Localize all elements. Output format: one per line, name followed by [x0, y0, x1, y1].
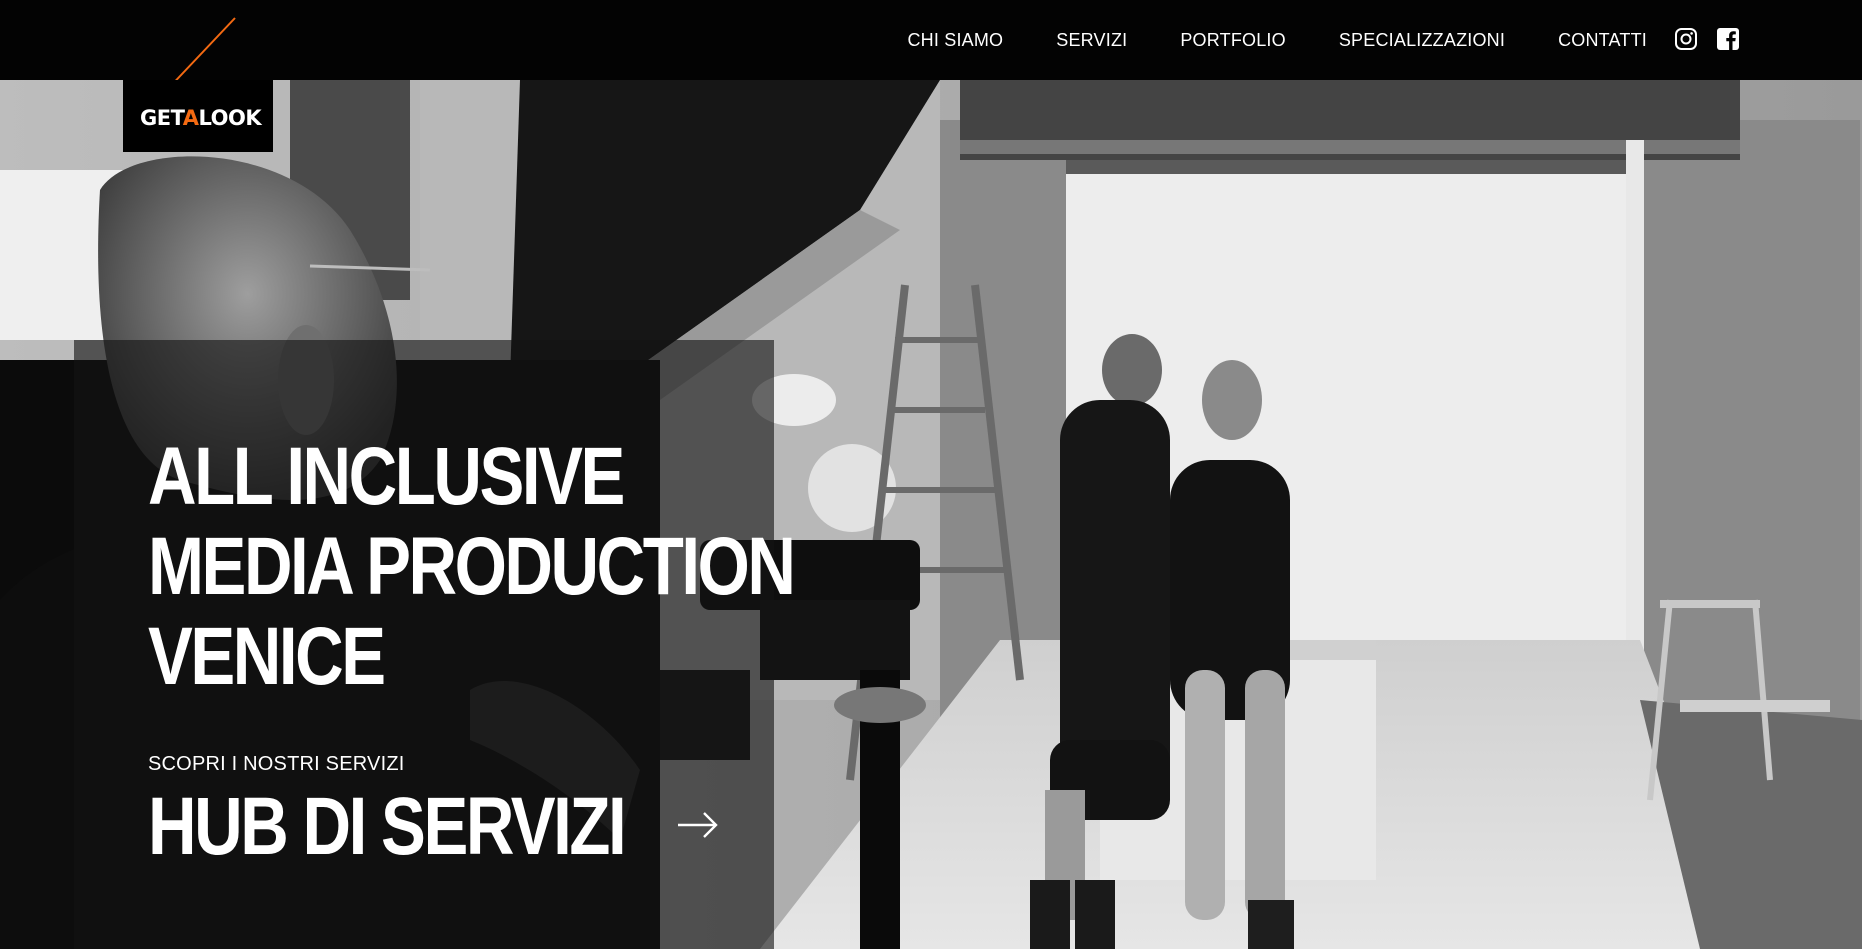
nav-item-portfolio[interactable]: PORTFOLIO: [1180, 30, 1286, 51]
logo-wordmark: GETALOOK: [140, 106, 262, 130]
logo-text-accent: A: [182, 106, 199, 130]
logo-text-part: GET: [140, 106, 183, 130]
top-navbar: CHI SIAMO SERVIZI PORTFOLIO SPECIALIZZAZ…: [0, 0, 1862, 80]
nav-item-servizi[interactable]: SERVIZI: [1056, 30, 1127, 51]
homepage: ALL INCLUSIVE MEDIA PRODUCTION VENICE SC…: [0, 0, 1862, 949]
brand-logo[interactable]: GETALOOK: [123, 0, 273, 152]
hero-title-line: MEDIA PRODUCTION: [148, 521, 796, 612]
instagram-icon[interactable]: [1674, 27, 1698, 51]
nav-item-contatti[interactable]: CONTATTI: [1558, 30, 1647, 51]
nav-item-chi-siamo[interactable]: CHI SIAMO: [907, 30, 1003, 51]
hero-title-line: ALL INCLUSIVE: [148, 431, 625, 522]
logo-text-part: LOOK: [198, 106, 262, 130]
facebook-icon[interactable]: [1716, 27, 1740, 51]
main-nav: CHI SIAMO SERVIZI PORTFOLIO SPECIALIZZAZ…: [907, 0, 1647, 80]
social-links: [1674, 27, 1740, 51]
hero-title: ALL INCLUSIVE MEDIA PRODUCTION VENICE: [148, 431, 796, 702]
cta-subtitle: SCOPRI I NOSTRI SERVIZI: [148, 753, 405, 775]
hero-title-line: VENICE: [148, 611, 386, 702]
arrow-right-icon[interactable]: [676, 810, 720, 840]
nav-item-specializzazioni[interactable]: SPECIALIZZAZIONI: [1339, 30, 1505, 51]
services-hub-link[interactable]: HUB DI SERVIZI: [148, 782, 627, 872]
